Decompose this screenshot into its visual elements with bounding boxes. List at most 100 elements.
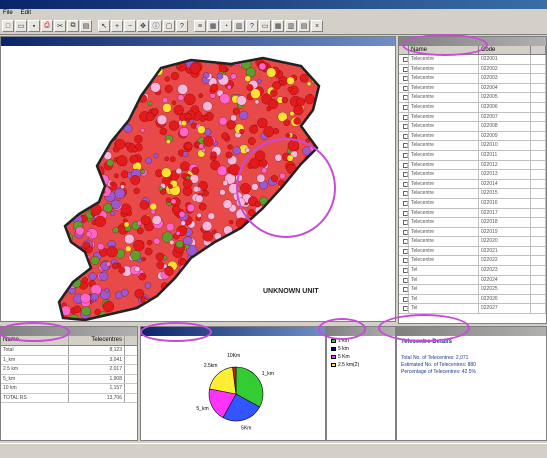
pie-chart-window[interactable]: 1_km 5Km 5_km 2.5km 10Km	[140, 326, 326, 441]
table-row[interactable]: Telecentre 022003	[399, 74, 546, 84]
table-row[interactable]: Telecentre 022008	[399, 122, 546, 132]
row-checkbox[interactable]	[399, 150, 409, 160]
tile-icon[interactable]: ▥	[285, 20, 297, 32]
table-row[interactable]: Telecentre 022004	[399, 83, 546, 94]
identify-icon[interactable]: ⓘ	[150, 20, 162, 32]
table-row[interactable]: 10 km 1,157	[1, 384, 137, 394]
row-checkbox[interactable]	[399, 160, 409, 170]
table-row[interactable]: Tel 022026	[399, 294, 546, 305]
row-checkbox[interactable]	[399, 275, 409, 285]
row-checkbox[interactable]	[399, 83, 409, 93]
map-window[interactable]: UNKNOWN UNIT	[0, 36, 396, 322]
table-row[interactable]: TOTAL RS 13,706	[1, 393, 137, 403]
table-row[interactable]: Total 8,123	[1, 346, 137, 356]
table-row[interactable]: Telecentre 022017	[399, 208, 546, 219]
row-checkbox[interactable]	[399, 122, 409, 131]
table-row[interactable]: Telecentre 022006	[399, 102, 546, 113]
table-row[interactable]: Telecentre 022016	[399, 198, 546, 209]
chart-icon[interactable]: ◔	[220, 20, 232, 32]
stats-column-name[interactable]: Name	[1, 336, 69, 345]
zoom-out-icon[interactable]: −	[124, 20, 136, 32]
table-row[interactable]: Telecentre 022010	[399, 141, 546, 151]
close-icon[interactable]: ×	[311, 20, 323, 32]
row-checkbox[interactable]	[399, 198, 409, 208]
layer-icon[interactable]: ≡	[194, 20, 206, 32]
table-row[interactable]: Telecentre 022015	[399, 189, 546, 199]
table-row[interactable]: Telecentre 022020	[399, 237, 546, 247]
row-checkbox[interactable]	[399, 112, 409, 122]
row-checkbox[interactable]	[399, 141, 409, 150]
table-icon[interactable]: ▥	[233, 20, 245, 32]
menu-file[interactable]: File	[3, 10, 13, 17]
row-checkbox[interactable]	[399, 285, 409, 294]
window-icon[interactable]: ▭	[259, 20, 271, 32]
row-checkbox[interactable]	[399, 218, 409, 227]
row-checkbox[interactable]	[399, 179, 409, 189]
column-header[interactable]	[399, 46, 409, 54]
pan-icon[interactable]: ✥	[137, 20, 149, 32]
row-checkbox[interactable]	[399, 304, 409, 314]
select-icon[interactable]: ▢	[163, 20, 175, 32]
table-row[interactable]: Telecentre 022002	[399, 64, 546, 75]
table-row[interactable]: Telecentre 022012	[399, 160, 546, 171]
row-checkbox[interactable]	[399, 294, 409, 304]
row-checkbox[interactable]	[399, 170, 409, 179]
grid-icon[interactable]: ▦	[272, 20, 284, 32]
cut-icon[interactable]: ✂	[54, 20, 66, 32]
row-checkbox[interactable]	[399, 256, 409, 266]
row-checkbox[interactable]	[399, 208, 409, 218]
table-row[interactable]: Telecentre 022001	[399, 55, 546, 65]
info-window[interactable]: Telecentre Details Total No. of Telecent…	[396, 326, 547, 441]
paste-icon[interactable]: ▤	[80, 20, 92, 32]
table-row[interactable]: Telecentre 022005	[399, 93, 546, 103]
row-checkbox[interactable]	[399, 74, 409, 83]
table-row[interactable]: Telecentre 022014	[399, 179, 546, 190]
row-checkbox[interactable]	[399, 227, 409, 237]
table-row[interactable]: Telecentre 022009	[399, 131, 546, 142]
new-icon[interactable]: □	[2, 20, 14, 32]
row-checkbox[interactable]	[399, 64, 409, 74]
table-row[interactable]: 5_km 1,908	[1, 374, 137, 384]
legend-window[interactable]: 1 km 5 km 5 Km 2.5 km(2)	[326, 326, 396, 441]
table-row[interactable]: Telecentre 022007	[399, 112, 546, 123]
zoom-in-icon[interactable]: +	[111, 20, 123, 32]
table-row[interactable]: Tel 022023	[399, 266, 546, 276]
row-checkbox[interactable]	[399, 102, 409, 112]
legend-icon[interactable]: ▦	[207, 20, 219, 32]
map-feature	[93, 188, 101, 195]
attribute-table-window[interactable]: Name Code Telecentre 022001 Telecentre 0220…	[398, 36, 547, 324]
table-row[interactable]: Telecentre 022021	[399, 246, 546, 257]
table-row[interactable]: 2.5 km 2,017	[1, 365, 137, 375]
column-header-name[interactable]: Name	[409, 46, 479, 54]
cascade-icon[interactable]: ▤	[298, 20, 310, 32]
row-checkbox[interactable]	[399, 131, 409, 141]
row-checkbox[interactable]	[399, 237, 409, 246]
pointer-icon[interactable]: ↖	[98, 20, 110, 32]
save-icon[interactable]: ▪	[28, 20, 40, 32]
row-checkbox[interactable]	[399, 93, 409, 102]
table-row[interactable]: 1_km 3,041	[1, 355, 137, 365]
statistics-window[interactable]: Name Telecentres Total 8,123 1_km 3,041 2.5 …	[0, 326, 138, 441]
table-row[interactable]: Tel 022027	[399, 304, 546, 315]
column-header-code[interactable]: Code	[479, 46, 531, 54]
column-header[interactable]	[531, 46, 546, 54]
table-row[interactable]: Tel 022025	[399, 285, 546, 295]
table-row[interactable]: Telecentre 022019	[399, 227, 546, 238]
table-row[interactable]: Telecentre 022011	[399, 150, 546, 161]
table-row[interactable]: Telecentre 022013	[399, 170, 546, 180]
table-row[interactable]: Telecentre 022022	[399, 256, 546, 267]
row-checkbox[interactable]	[399, 266, 409, 275]
row-checkbox[interactable]	[399, 246, 409, 256]
district-map[interactable]	[1, 46, 395, 322]
print-icon[interactable]: ⎙	[41, 20, 53, 32]
stats-column-count[interactable]: Telecentres	[69, 336, 125, 345]
row-checkbox[interactable]	[399, 55, 409, 64]
open-icon[interactable]: ▭	[15, 20, 27, 32]
query-icon[interactable]: ?	[176, 20, 188, 32]
copy-icon[interactable]: ⧉	[67, 20, 79, 32]
menu-edit[interactable]: Edit	[21, 10, 31, 17]
row-checkbox[interactable]	[399, 189, 409, 198]
table-row[interactable]: Tel 022024	[399, 275, 546, 286]
help-icon[interactable]: ?	[246, 20, 258, 32]
table-row[interactable]: Telecentre 022018	[399, 218, 546, 228]
